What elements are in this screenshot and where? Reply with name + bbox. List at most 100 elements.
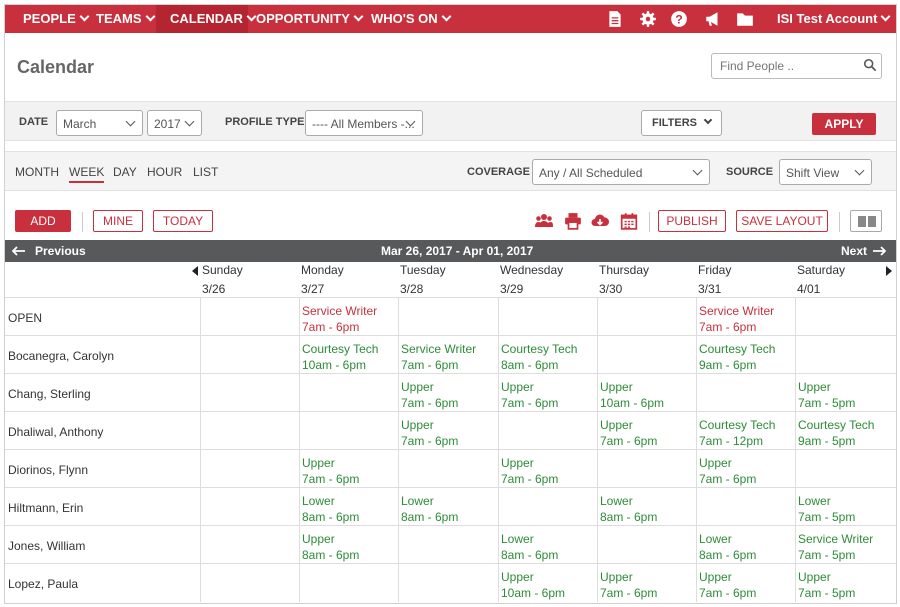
calendar-icon[interactable] bbox=[620, 212, 638, 230]
shift-time[interactable]: 7am - 5pm bbox=[798, 509, 894, 525]
next-week-arrow-icon[interactable] bbox=[886, 266, 892, 276]
date-header[interactable]: 3/27 bbox=[301, 282, 324, 296]
day-cell[interactable]: Service Writer 7am - 6pm bbox=[398, 336, 498, 374]
layout-toggle-button[interactable] bbox=[850, 210, 882, 232]
shift-role[interactable]: Upper bbox=[798, 569, 894, 585]
day-cell[interactable]: Upper 7am - 5pm bbox=[795, 374, 896, 412]
shift-time[interactable]: 8am - 6pm bbox=[401, 509, 496, 525]
day-cell[interactable] bbox=[200, 374, 299, 412]
megaphone-icon[interactable] bbox=[704, 10, 722, 28]
shift-time[interactable]: 10am - 6pm bbox=[302, 357, 396, 373]
tab-day[interactable]: DAY bbox=[113, 165, 137, 179]
find-people-input[interactable] bbox=[711, 53, 882, 79]
shift-time[interactable]: 8am - 6pm bbox=[600, 509, 694, 525]
shift-time[interactable]: 7am - 6pm bbox=[699, 471, 793, 487]
day-cell[interactable]: Courtesy Tech 10am - 6pm bbox=[299, 336, 398, 374]
day-cell[interactable]: Upper 7am - 6pm bbox=[299, 450, 398, 488]
nav-teams[interactable]: TEAMS bbox=[82, 5, 155, 33]
tab-month[interactable]: MONTH bbox=[15, 165, 59, 179]
shift-role[interactable]: Upper bbox=[600, 379, 694, 395]
day-cell[interactable] bbox=[597, 526, 696, 564]
shift-role[interactable]: Upper bbox=[302, 531, 396, 547]
day-cell[interactable] bbox=[299, 374, 398, 412]
shift-role[interactable]: Upper bbox=[401, 417, 496, 433]
shift-role[interactable]: Upper bbox=[401, 379, 496, 395]
search-icon[interactable] bbox=[863, 58, 877, 72]
help-icon[interactable]: ? bbox=[670, 10, 688, 28]
shift-time[interactable]: 8am - 6pm bbox=[302, 509, 396, 525]
coverage-select[interactable]: Any / All Scheduled bbox=[532, 159, 710, 185]
month-select[interactable]: March bbox=[56, 110, 143, 136]
shift-role[interactable]: Courtesy Tech bbox=[699, 341, 793, 357]
day-cell[interactable] bbox=[200, 336, 299, 374]
shift-role[interactable]: Upper bbox=[600, 417, 694, 433]
day-cell[interactable] bbox=[597, 298, 696, 336]
day-cell[interactable] bbox=[398, 450, 498, 488]
shift-role[interactable]: Courtesy Tech bbox=[501, 341, 595, 357]
day-cell[interactable]: Courtesy Tech 8am - 6pm bbox=[498, 336, 597, 374]
day-cell[interactable] bbox=[299, 564, 398, 602]
day-cell[interactable] bbox=[795, 450, 896, 488]
day-cell[interactable]: Upper 10am - 6pm bbox=[597, 374, 696, 412]
shift-time[interactable]: 9am - 5pm bbox=[798, 433, 894, 449]
day-cell[interactable]: Upper 10am - 6pm bbox=[498, 564, 597, 602]
gear-icon[interactable] bbox=[639, 10, 657, 28]
day-cell[interactable]: Upper 8am - 6pm bbox=[299, 526, 398, 564]
employee-name[interactable]: OPEN bbox=[8, 311, 42, 325]
shift-time[interactable]: 7am - 5pm bbox=[798, 395, 894, 411]
shift-time[interactable]: 8am - 6pm bbox=[699, 547, 793, 563]
shift-role[interactable]: Lower bbox=[798, 493, 894, 509]
shift-role[interactable]: Upper bbox=[501, 379, 595, 395]
day-cell[interactable] bbox=[200, 298, 299, 336]
employee-name[interactable]: Dhaliwal, Anthony bbox=[8, 425, 103, 439]
shift-role[interactable]: Upper bbox=[699, 569, 793, 585]
day-cell[interactable]: Service Writer 7am - 6pm bbox=[696, 298, 795, 336]
save-layout-button[interactable]: SAVE LAYOUT bbox=[736, 210, 828, 232]
day-cell[interactable]: Lower 8am - 6pm bbox=[398, 488, 498, 526]
day-cell[interactable]: Courtesy Tech 7am - 12pm bbox=[696, 412, 795, 450]
tab-hour[interactable]: HOUR bbox=[147, 165, 182, 179]
day-cell[interactable]: Upper 7am - 6pm bbox=[498, 450, 597, 488]
day-cell[interactable]: Upper 7am - 6pm bbox=[398, 374, 498, 412]
shift-role[interactable]: Courtesy Tech bbox=[302, 341, 396, 357]
day-cell[interactable]: Lower 8am - 6pm bbox=[597, 488, 696, 526]
day-cell[interactable]: Lower 8am - 6pm bbox=[498, 526, 597, 564]
day-cell[interactable] bbox=[795, 336, 896, 374]
shift-role[interactable]: Service Writer bbox=[699, 303, 793, 319]
shift-role[interactable]: Upper bbox=[600, 569, 694, 585]
employee-name[interactable]: Diorinos, Flynn bbox=[8, 463, 88, 477]
shift-time[interactable]: 7am - 6pm bbox=[302, 471, 396, 487]
day-cell[interactable] bbox=[498, 298, 597, 336]
employee-name[interactable]: Bocanegra, Carolyn bbox=[8, 349, 114, 363]
shift-time[interactable]: 10am - 6pm bbox=[501, 585, 595, 601]
day-cell[interactable]: Upper 7am - 6pm bbox=[696, 564, 795, 602]
print-icon[interactable] bbox=[564, 212, 582, 230]
shift-role[interactable]: Service Writer bbox=[302, 303, 396, 319]
day-cell[interactable]: Upper 7am - 6pm bbox=[498, 374, 597, 412]
shift-time[interactable]: 7am - 6pm bbox=[401, 395, 496, 411]
shift-time[interactable]: 7am - 6pm bbox=[699, 585, 793, 601]
shift-time[interactable]: 7am - 6pm bbox=[401, 433, 496, 449]
date-header[interactable]: 3/31 bbox=[698, 282, 721, 296]
shift-role[interactable]: Service Writer bbox=[798, 531, 894, 547]
date-header[interactable]: 3/30 bbox=[599, 282, 622, 296]
prev-week-arrow-icon[interactable] bbox=[192, 266, 198, 276]
day-cell[interactable] bbox=[597, 336, 696, 374]
shift-time[interactable]: 7am - 6pm bbox=[699, 319, 793, 335]
people-icon[interactable] bbox=[535, 212, 553, 230]
day-cell[interactable] bbox=[200, 564, 299, 602]
day-cell[interactable] bbox=[200, 412, 299, 450]
shift-role[interactable]: Upper bbox=[302, 455, 396, 471]
publish-button[interactable]: PUBLISH bbox=[658, 210, 726, 232]
today-button[interactable]: TODAY bbox=[153, 210, 213, 232]
nav-people[interactable]: PEOPLE bbox=[9, 5, 90, 33]
source-select[interactable]: Shift View bbox=[779, 159, 872, 185]
employee-name[interactable]: Jones, William bbox=[8, 539, 85, 553]
day-cell[interactable]: Lower 8am - 6pm bbox=[299, 488, 398, 526]
shift-time[interactable]: 7am - 6pm bbox=[501, 395, 595, 411]
day-cell[interactable] bbox=[696, 488, 795, 526]
folder-icon[interactable] bbox=[736, 10, 754, 28]
shift-time[interactable]: 7am - 5pm bbox=[798, 585, 894, 601]
account-menu[interactable]: ISI Test Account bbox=[777, 5, 891, 33]
apply-button[interactable]: APPLY bbox=[812, 113, 876, 135]
